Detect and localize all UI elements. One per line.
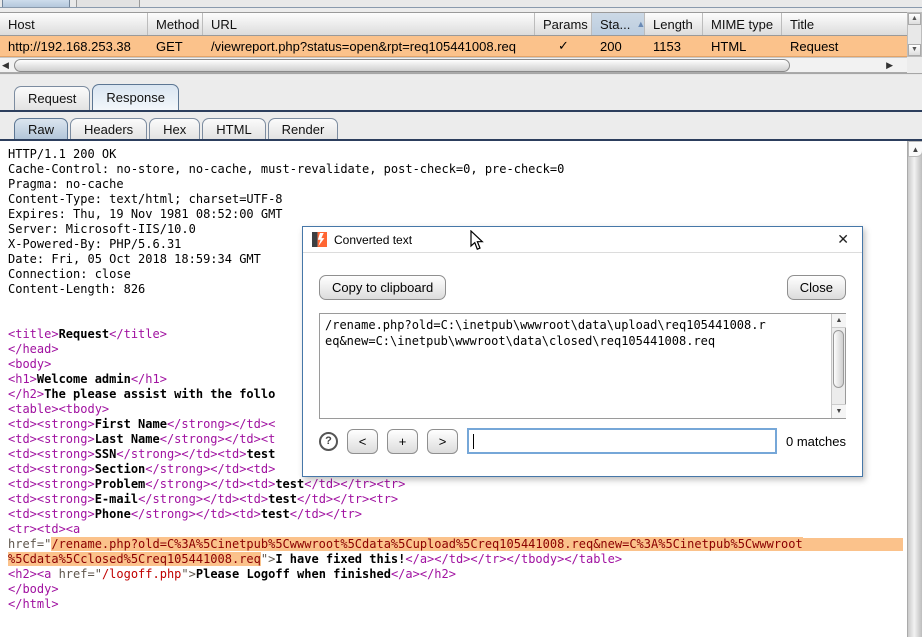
response-line: Pragma: no-cache [8, 177, 903, 192]
close-button[interactable]: Close [787, 275, 846, 300]
response-line: <td><strong>Problem</strong></td><td>tes… [8, 477, 903, 492]
tab-headers[interactable]: Headers [70, 118, 147, 139]
search-input[interactable] [467, 428, 777, 454]
textarea-scrollbar[interactable]: ▲ ▼ [831, 314, 845, 418]
column-header-host[interactable]: Host [0, 13, 148, 35]
response-line: %5Cdata%5Cclosed%5Creq105441008.req">I h… [8, 552, 903, 567]
response-line: <h2><a href="/logoff.php">Please Logoff … [8, 567, 903, 582]
row-method: GET [148, 36, 203, 56]
close-icon[interactable]: ✕ [833, 231, 853, 248]
tab-response[interactable]: Response [92, 84, 179, 110]
mouse-cursor-icon [470, 230, 484, 251]
row-mime: HTML [703, 36, 782, 56]
horizontal-scrollbar-thumb[interactable] [14, 59, 790, 72]
response-line: Expires: Thu, 19 Nov 1981 08:52:00 GMT [8, 207, 903, 222]
match-count-label: 0 matches [786, 434, 846, 449]
column-header-url[interactable]: URL [203, 13, 535, 35]
tab-hex[interactable]: Hex [149, 118, 200, 139]
row-length: 1153 [645, 36, 703, 56]
dialog-titlebar[interactable]: Converted text ✕ [303, 227, 862, 253]
search-prev-button[interactable]: < [347, 429, 378, 454]
top-tab-fragment-selected[interactable] [2, 0, 70, 7]
converted-text-area[interactable]: /rename.php?old=C:\inetpub\wwwroot\data\… [319, 313, 846, 419]
column-header-status[interactable]: Sta...▲ [592, 13, 645, 35]
help-icon[interactable]: ? [319, 432, 338, 451]
column-header-mime[interactable]: MIME type [703, 13, 782, 35]
row-title: Request [782, 36, 907, 56]
column-header-method[interactable]: Method [148, 13, 203, 35]
text-caret [473, 434, 474, 449]
view-tabs: Raw Headers Hex HTML Render [0, 117, 338, 139]
dialog-title: Converted text [334, 233, 412, 247]
converted-text-dialog: Converted text ✕ Copy to clipboard Close… [302, 226, 863, 477]
table-row[interactable]: http://192.168.253.38 GET /viewreport.ph… [0, 36, 907, 57]
scroll-up-icon[interactable]: ▲ [832, 314, 846, 328]
response-line: Content-Type: text/html; charset=UTF-8 [8, 192, 903, 207]
search-options-button[interactable]: + [387, 429, 418, 454]
tab-underline [0, 110, 922, 112]
tab-render[interactable]: Render [268, 118, 339, 139]
converted-text-value: /rename.php?old=C:\inetpub\wwwroot\data\… [325, 317, 827, 349]
panel-divider [0, 73, 922, 75]
scroll-up-icon[interactable]: ▲ [908, 141, 922, 157]
row-url: /viewreport.php?status=open&rpt=req10544… [203, 36, 535, 56]
column-header-length[interactable]: Length [645, 13, 703, 35]
response-line: </html> [8, 597, 903, 612]
scroll-up-icon[interactable]: ▲ [908, 13, 921, 25]
textarea-scrollbar-thumb[interactable] [833, 330, 844, 388]
table-vertical-scrollbar[interactable]: ▲ ▼ [907, 12, 922, 57]
scroll-down-icon[interactable]: ▼ [908, 44, 921, 56]
message-tabs: Request Response [0, 84, 179, 110]
table-horizontal-scrollbar[interactable]: ◀ ▶ [0, 57, 907, 73]
response-line: <td><strong>Phone</strong></td><td>test<… [8, 507, 903, 522]
tab-request[interactable]: Request [14, 86, 90, 110]
row-status: 200 [592, 36, 645, 56]
burp-app-icon [312, 232, 327, 247]
response-line: <td><strong>E-mail</strong></td><td>test… [8, 492, 903, 507]
sort-ascending-icon: ▲ [636, 19, 645, 29]
scroll-right-icon[interactable]: ▶ [886, 60, 893, 71]
row-host: http://192.168.253.38 [0, 36, 148, 56]
response-line: Cache-Control: no-store, no-cache, must-… [8, 162, 903, 177]
scroll-left-icon[interactable]: ◀ [2, 60, 9, 71]
params-check-icon: ✓ [535, 36, 592, 56]
tab-html[interactable]: HTML [202, 118, 265, 139]
scroll-down-icon[interactable]: ▼ [832, 404, 846, 418]
search-next-button[interactable]: > [427, 429, 458, 454]
tab-raw[interactable]: Raw [14, 118, 68, 139]
response-line: HTTP/1.1 200 OK [8, 147, 903, 162]
response-line: href="/rename.php?old=C%3A%5Cinetpub%5Cw… [8, 537, 903, 552]
top-tab-fragment[interactable] [76, 0, 140, 7]
history-table-header: Host Method URL Params Sta...▲ Length MI… [0, 12, 907, 36]
top-tab-strip [0, 0, 922, 8]
copy-to-clipboard-button[interactable]: Copy to clipboard [319, 275, 446, 300]
column-header-params[interactable]: Params [535, 13, 592, 35]
response-line: </body> [8, 582, 903, 597]
response-vertical-scrollbar[interactable]: ▲ [907, 141, 922, 637]
response-line: <tr><td><a [8, 522, 903, 537]
column-header-title[interactable]: Title [782, 13, 907, 35]
